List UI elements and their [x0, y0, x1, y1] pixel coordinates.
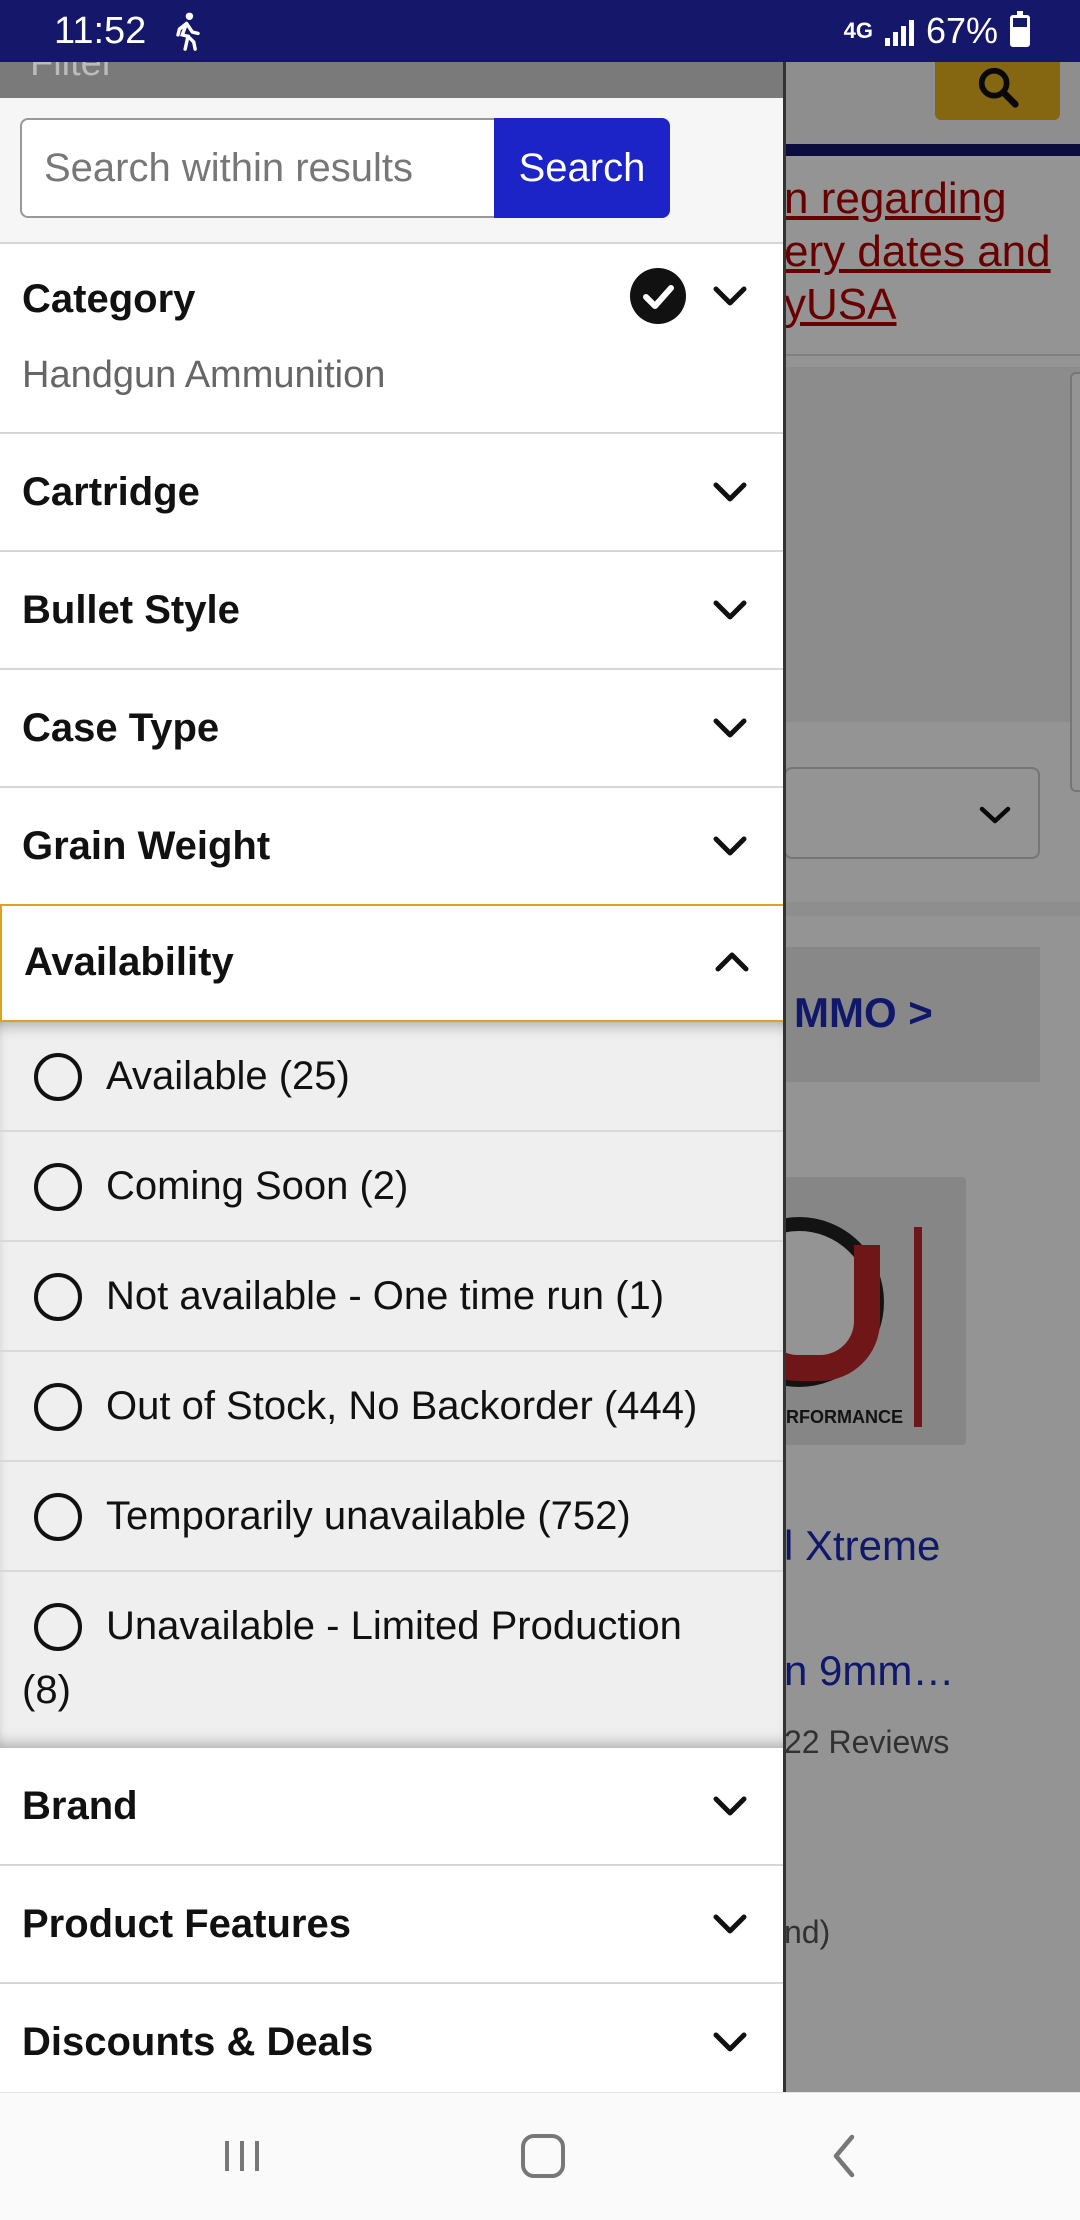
chevron-down-icon[interactable]: [708, 470, 752, 514]
availability-option[interactable]: Coming Soon (2): [0, 1132, 783, 1242]
radio-button[interactable]: [34, 1493, 82, 1541]
walking-icon: [176, 12, 200, 51]
section-title: Grain Weight: [22, 824, 271, 868]
search-within-area: Search: [0, 98, 783, 244]
signal-icon: [884, 16, 914, 46]
chevron-down-icon[interactable]: [708, 1784, 752, 1828]
chevron-down-icon[interactable]: [708, 706, 752, 750]
status-time: 11:52: [54, 10, 147, 52]
option-label: Out of Stock, No Backorder (444): [106, 1384, 698, 1428]
radio-button[interactable]: [34, 1383, 82, 1431]
battery-percent: 67%: [925, 10, 998, 51]
availability-option[interactable]: Available (25): [0, 1022, 783, 1132]
chevron-down-icon[interactable]: [708, 274, 752, 318]
filter-brand[interactable]: Brand: [0, 1748, 783, 1866]
search-button[interactable]: Search: [494, 118, 670, 218]
chevron-down-icon[interactable]: [708, 824, 752, 868]
section-title: Product Features: [22, 1902, 351, 1946]
filter-bullet-style[interactable]: Bullet Style: [0, 552, 783, 670]
availability-option[interactable]: Not available - One time run (1): [0, 1242, 783, 1352]
section-title: Category: [22, 277, 196, 321]
drawer-header: Filter: [0, 62, 783, 98]
filter-category[interactable]: Category Handgun Ammunition: [0, 244, 783, 434]
filter-drawer: Filter Search Category Handgun Ammunitio…: [0, 62, 786, 2092]
chevron-down-icon[interactable]: [708, 2020, 752, 2064]
section-title: Availability: [24, 940, 234, 984]
filter-product-features[interactable]: Product Features: [0, 1866, 783, 1984]
option-label: Not available - One time run (1): [106, 1274, 665, 1318]
availability-option[interactable]: Temporarily unavailable (752): [0, 1462, 783, 1572]
option-label: Temporarily unavailable (752): [106, 1494, 631, 1538]
section-title: Discounts & Deals: [22, 2020, 374, 2064]
radio-button[interactable]: [34, 1273, 82, 1321]
availability-option[interactable]: Out of Stock, No Backorder (444): [0, 1352, 783, 1462]
option-label: Available (25): [106, 1054, 350, 1098]
availability-options: Available (25) Coming Soon (2) Not avail…: [0, 1022, 783, 1748]
section-title: Brand: [22, 1784, 138, 1828]
selected-category: Handgun Ammunition: [22, 354, 386, 396]
section-title: Case Type: [22, 706, 220, 750]
filter-cartridge[interactable]: Cartridge: [0, 434, 783, 552]
drawer-title: Filter: [30, 62, 115, 84]
availability-option[interactable]: Unavailable - Limited Production (8): [0, 1572, 783, 1748]
filter-case-type[interactable]: Case Type: [0, 670, 783, 788]
chevron-down-icon[interactable]: [708, 588, 752, 632]
chevron-down-icon[interactable]: [708, 1902, 752, 1946]
back-icon[interactable]: [810, 2121, 880, 2191]
radio-button[interactable]: [34, 1163, 82, 1211]
option-label: Unavailable - Limited Production (8): [22, 1604, 682, 1712]
system-nav-bar: [0, 2092, 1080, 2220]
recent-apps-icon[interactable]: [207, 2121, 277, 2191]
filter-availability[interactable]: Availability: [0, 904, 783, 1022]
network-type: 4G: [843, 18, 873, 43]
filter-discounts-deals[interactable]: Discounts & Deals: [0, 1984, 783, 2092]
option-label: Coming Soon (2): [106, 1164, 409, 1208]
search-within-input[interactable]: [20, 118, 496, 218]
radio-button[interactable]: [34, 1053, 82, 1101]
filter-grain-weight[interactable]: Grain Weight: [0, 788, 783, 906]
battery-icon: [1010, 11, 1030, 47]
chevron-up-icon[interactable]: [710, 940, 754, 984]
section-title: Bullet Style: [22, 588, 240, 632]
home-icon[interactable]: [508, 2121, 578, 2191]
section-title: Cartridge: [22, 470, 200, 514]
check-circle-icon: [630, 268, 686, 324]
status-right: 4G 67%: [844, 10, 1030, 52]
status-bar: 11:52 4G 67%: [0, 0, 1080, 62]
